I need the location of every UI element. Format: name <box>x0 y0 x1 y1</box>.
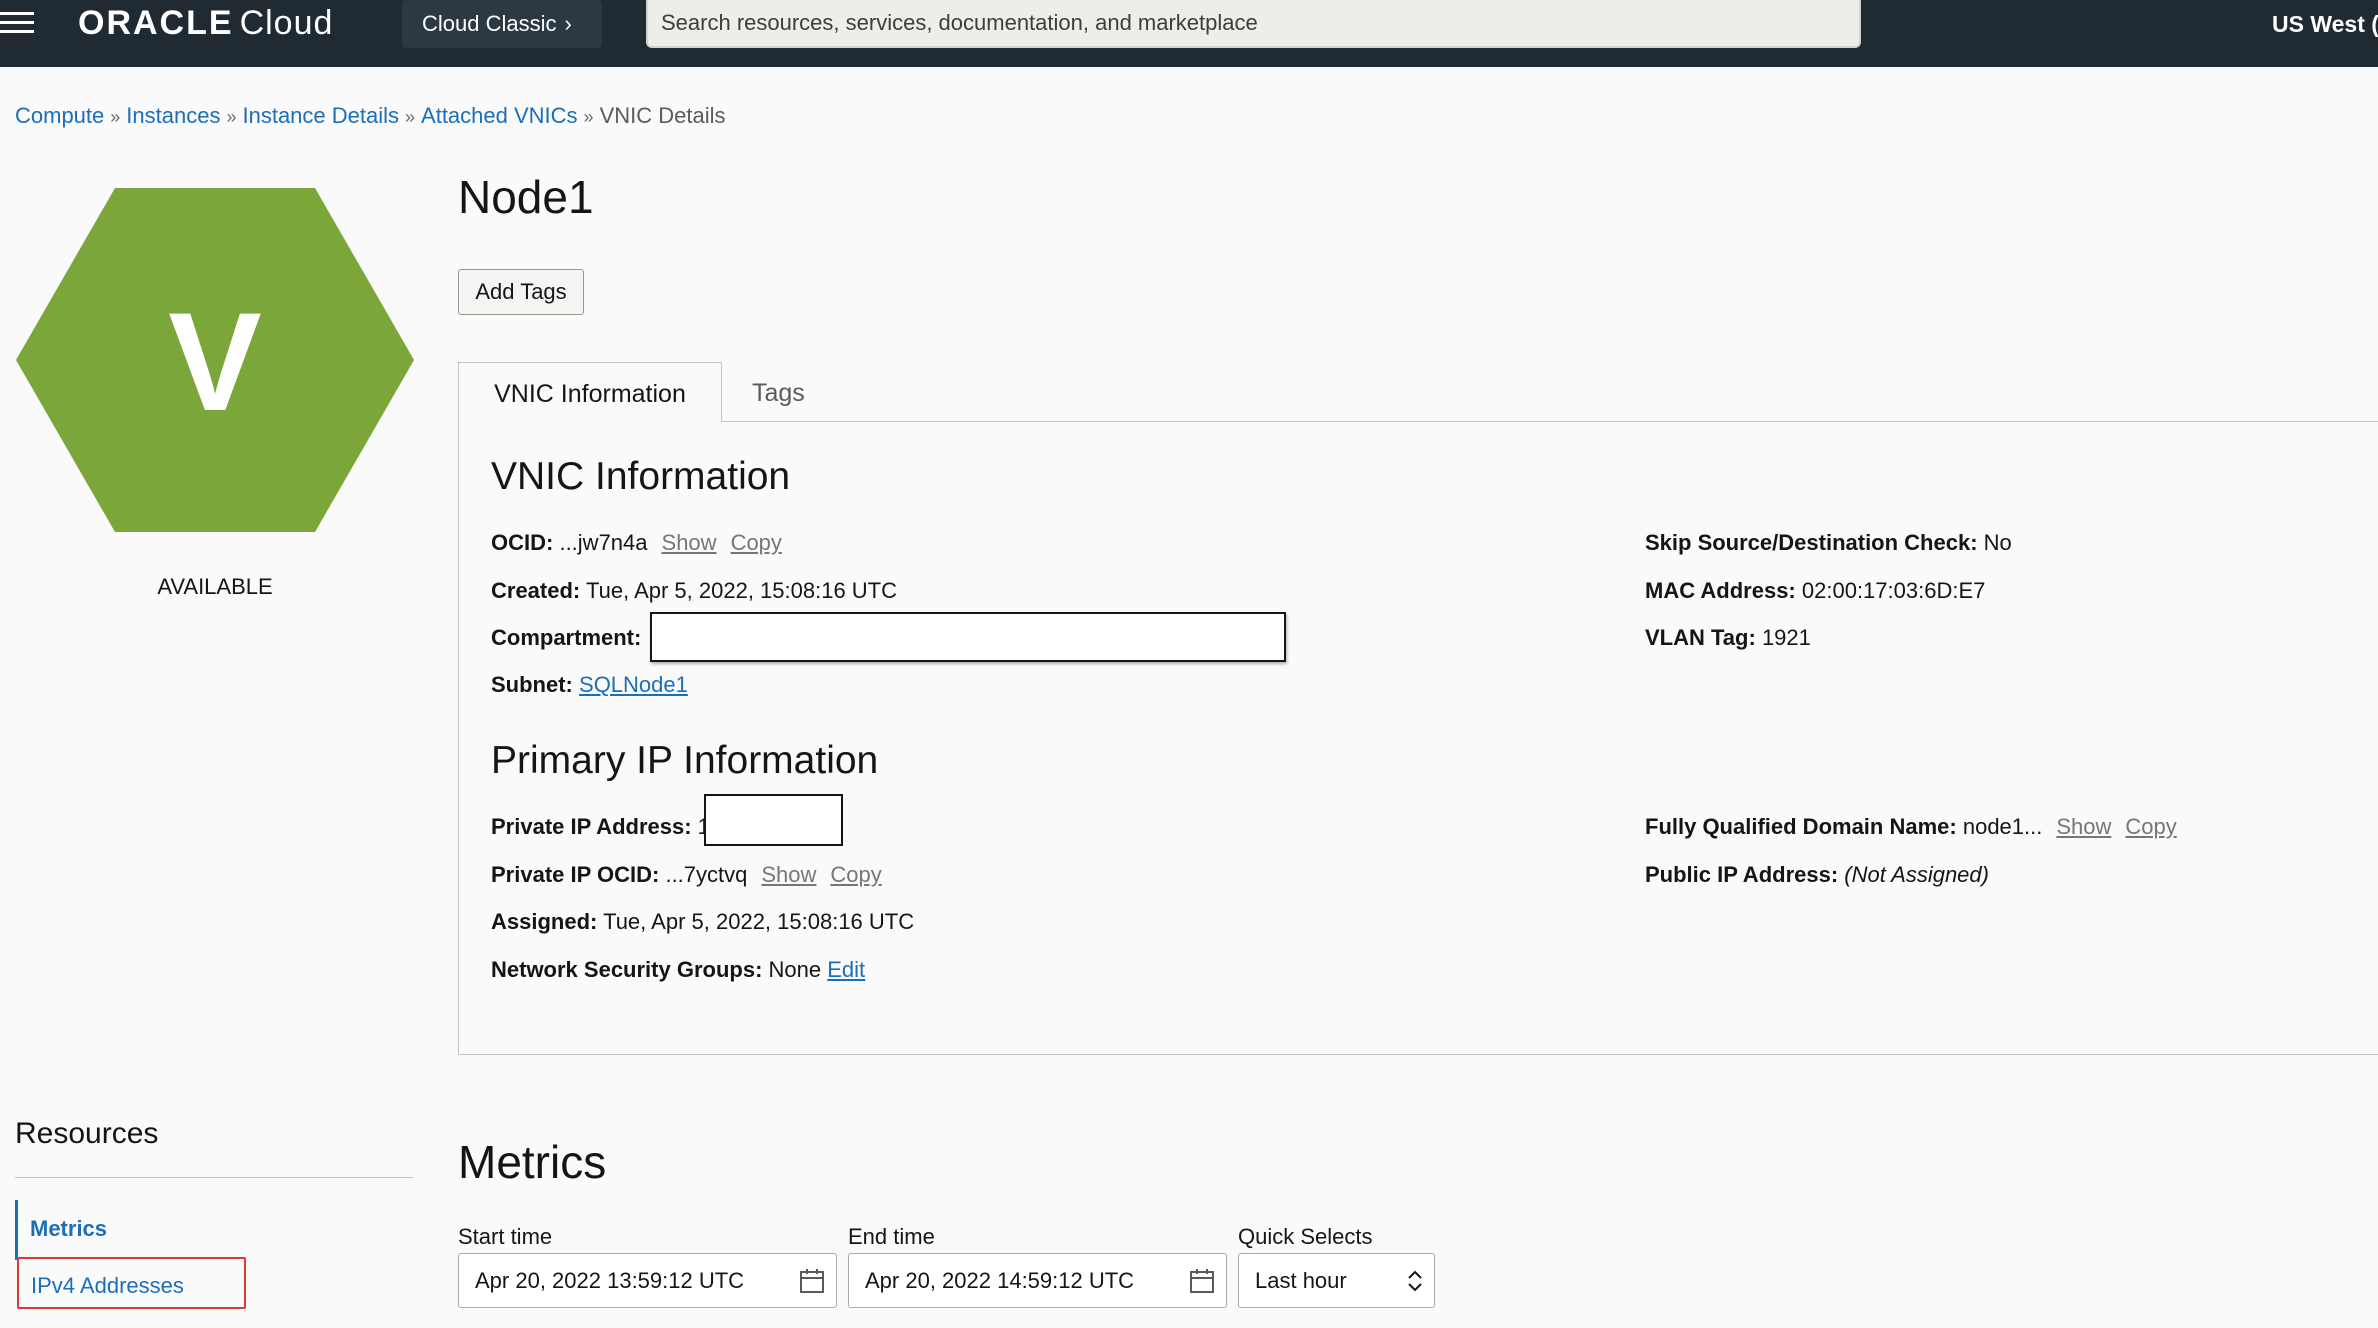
breadcrumb: Compute» Instances» Instance Details» Attac… <box>15 103 725 129</box>
vnic-status-hexagon-icon: V <box>16 188 414 532</box>
fqdn-show-link[interactable]: Show <box>2056 814 2111 839</box>
calendar-icon[interactable] <box>1189 1268 1215 1294</box>
oracle-cloud-logo[interactable]: ORACLE Cloud <box>78 4 333 43</box>
breadcrumb-compute[interactable]: Compute <box>15 103 104 128</box>
end-time-value: Apr 20, 2022 14:59:12 UTC <box>865 1268 1135 1293</box>
skip-check-label: Skip Source/Destination Check: <box>1645 530 1978 555</box>
mac-address-label: MAC Address: <box>1645 578 1796 603</box>
calendar-icon[interactable] <box>799 1268 825 1294</box>
ocid-show-link[interactable]: Show <box>662 530 717 555</box>
private-ip-ocid-field: Private IP OCID: ...7yctvq Show Copy <box>491 862 882 888</box>
cloud-classic-label: Cloud Classic <box>422 11 557 36</box>
logo-brand: ORACLE <box>78 4 234 42</box>
breadcrumb-current: VNIC Details <box>599 103 726 128</box>
skip-check-value: No <box>1983 530 2012 555</box>
compartment-redacted-value <box>650 612 1286 662</box>
breadcrumb-separator: » <box>226 107 237 127</box>
breadcrumb-separator: » <box>583 107 594 127</box>
nsg-label: Network Security Groups: <box>491 957 763 982</box>
quick-selects-dropdown[interactable]: Last hour <box>1238 1253 1435 1308</box>
nsg-edit-link[interactable]: Edit <box>827 957 865 982</box>
top-navigation-bar: ORACLE Cloud Cloud Classic › Search resour… <box>0 0 2378 67</box>
ocid-label: OCID: <box>491 530 554 555</box>
nsg-field: Network Security Groups: None Edit <box>491 957 865 983</box>
public-ip-field: Public IP Address: (Not Assigned) <box>1645 862 1989 888</box>
start-time-label: Start time <box>458 1224 553 1249</box>
public-ip-value: (Not Assigned) <box>1844 862 1989 887</box>
private-ip-field: Private IP Address: 1 <box>491 814 710 840</box>
assigned-value: Tue, Apr 5, 2022, 15:08:16 UTC <box>603 909 915 934</box>
add-tags-button[interactable]: Add Tags <box>458 269 584 315</box>
ocid-value: ...jw7n4a <box>559 530 648 555</box>
private-ip-ocid-label: Private IP OCID: <box>491 862 660 887</box>
page-title: Node1 <box>458 171 594 223</box>
breadcrumb-separator: » <box>405 107 416 127</box>
vlan-tag-field: VLAN Tag: 1921 <box>1645 625 1811 651</box>
nsg-value: None <box>768 957 822 982</box>
hexagon-letter: V <box>168 283 261 440</box>
end-time-input[interactable]: Apr 20, 2022 14:59:12 UTC <box>848 1253 1227 1308</box>
primary-ip-heading: Primary IP Information <box>491 739 879 782</box>
region-selector[interactable]: US West ( <box>2272 0 2378 48</box>
logo-product: Cloud <box>239 4 334 42</box>
subnet-label: Subnet: <box>491 672 573 697</box>
tab-tags[interactable]: Tags <box>752 362 805 422</box>
cloud-classic-button[interactable]: Cloud Classic › <box>402 0 602 48</box>
quick-selects-label: Quick Selects <box>1238 1224 1373 1249</box>
updown-chevron-icon <box>1408 1270 1422 1292</box>
tab-vnic-information[interactable]: VNIC Information <box>458 362 722 422</box>
subnet-link[interactable]: SQLNode1 <box>579 672 688 697</box>
compartment-label: Compartment: <box>491 625 642 650</box>
resources-item-metrics[interactable]: Metrics <box>30 1216 107 1242</box>
fqdn-field: Fully Qualified Domain Name: node1... Sho… <box>1645 814 2177 840</box>
resources-divider <box>15 1177 413 1178</box>
metrics-heading: Metrics <box>458 1136 607 1188</box>
created-field: Created: Tue, Apr 5, 2022, 15:08:16 UTC <box>491 578 897 604</box>
fqdn-copy-link[interactable]: Copy <box>2125 814 2176 839</box>
private-ip-redacted-value <box>704 794 843 846</box>
breadcrumb-instances[interactable]: Instances <box>126 103 220 128</box>
start-time-value: Apr 20, 2022 13:59:12 UTC <box>475 1268 745 1293</box>
ocid-copy-link[interactable]: Copy <box>731 530 782 555</box>
private-ip-label: Private IP Address: <box>491 814 692 839</box>
vnic-information-heading: VNIC Information <box>491 455 791 498</box>
breadcrumb-attached-vnics[interactable]: Attached VNICs <box>421 103 578 128</box>
fqdn-label: Fully Qualified Domain Name: <box>1645 814 1957 839</box>
compartment-field: Compartment: <box>491 625 641 651</box>
start-time-input[interactable]: Apr 20, 2022 13:59:12 UTC <box>458 1253 837 1308</box>
fqdn-value: node1... <box>1962 814 2043 839</box>
menu-icon[interactable] <box>0 12 36 34</box>
created-label: Created: <box>491 578 581 603</box>
resources-item-ipv4-addresses[interactable]: IPv4 Addresses <box>17 1257 246 1309</box>
resources-item-ipv4-label: IPv4 Addresses <box>31 1273 184 1298</box>
public-ip-label: Public IP Address: <box>1645 862 1839 887</box>
subnet-field: Subnet: SQLNode1 <box>491 672 688 698</box>
search-input[interactable]: Search resources, services, documentatio… <box>646 0 1861 48</box>
vlan-tag-value: 1921 <box>1761 625 1811 650</box>
breadcrumb-instance-details[interactable]: Instance Details <box>242 103 399 128</box>
created-value: Tue, Apr 5, 2022, 15:08:16 UTC <box>585 578 898 603</box>
private-ip-ocid-copy-link[interactable]: Copy <box>830 862 881 887</box>
end-time-label: End time <box>848 1224 935 1249</box>
breadcrumb-separator: » <box>110 107 121 127</box>
skip-check-field: Skip Source/Destination Check: No <box>1645 530 2012 556</box>
ocid-field: OCID: ...jw7n4a Show Copy <box>491 530 782 556</box>
mac-address-field: MAC Address: 02:00:17:03:6D:E7 <box>1645 578 1985 604</box>
assigned-label: Assigned: <box>491 909 598 934</box>
assigned-field: Assigned: Tue, Apr 5, 2022, 15:08:16 UTC <box>491 909 914 935</box>
resources-heading: Resources <box>15 1117 159 1150</box>
vlan-tag-label: VLAN Tag: <box>1645 625 1756 650</box>
status-label: AVAILABLE <box>157 574 273 599</box>
private-ip-ocid-show-link[interactable]: Show <box>761 862 816 887</box>
chevron-right-icon: › <box>564 11 572 36</box>
resources-active-indicator <box>15 1200 18 1260</box>
private-ip-ocid-value: ...7yctvq <box>665 862 748 887</box>
mac-address-value: 02:00:17:03:6D:E7 <box>1801 578 1986 603</box>
quick-selects-value: Last hour <box>1255 1268 1347 1293</box>
